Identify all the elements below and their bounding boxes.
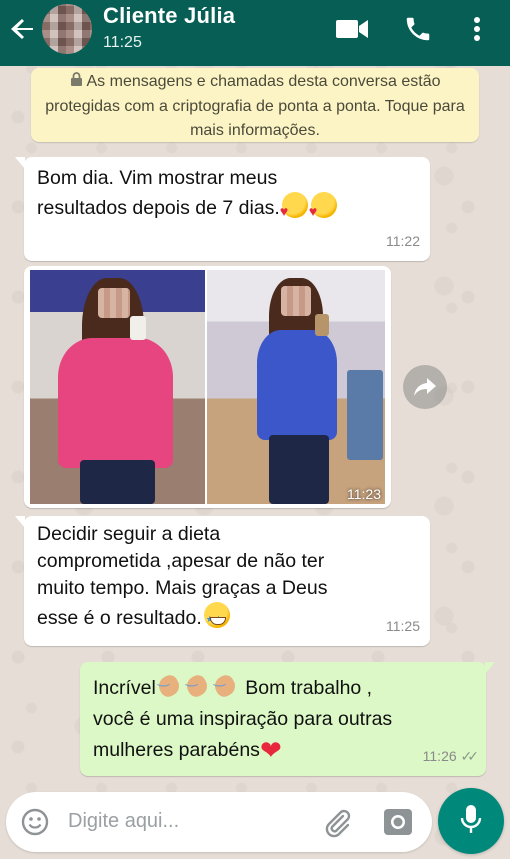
message-text-line: mulheres parabéns [93, 739, 260, 761]
phone-icon[interactable] [403, 14, 433, 49]
message-text-line: esse é o resultado. [37, 607, 202, 629]
encryption-notice-text: As mensagens e chamadas desta conversa e… [45, 73, 465, 139]
message-text: esse é o resultado. [37, 602, 418, 633]
arrow-left-icon[interactable] [8, 14, 38, 44]
message-input[interactable]: Digite aqui... [68, 810, 179, 833]
microphone-icon [460, 804, 482, 839]
message-time-value: 11:26 [422, 748, 457, 764]
kissing-face-emoji-icon [280, 192, 308, 225]
message-bubble-outgoing[interactable]: Incrível Bom trabalho , você é uma inspi… [80, 662, 495, 776]
emoji-smile-icon[interactable] [20, 807, 50, 842]
clapping-hands-emoji-icon [184, 663, 212, 698]
double-check-icon: ✓✓ [460, 748, 480, 764]
message-text-line: Bom trabalho , [239, 677, 373, 699]
photo-after[interactable] [207, 270, 385, 504]
message-time: 11:26 ✓✓ [422, 743, 480, 770]
video-camera-icon[interactable] [335, 16, 369, 47]
photo-message-bubble[interactable]: 11:23 [24, 266, 391, 508]
star-struck-emoji-icon [203, 602, 230, 633]
clapping-hands-emoji-icon [156, 663, 184, 698]
avatar[interactable] [42, 4, 92, 54]
message-text: comprometida ,apesar de não ter [37, 550, 325, 572]
more-vertical-icon[interactable] [470, 14, 484, 49]
photo-before[interactable] [30, 270, 205, 504]
message-time: 11:25 [386, 618, 420, 634]
message-text: Bom dia. Vim mostrar meus [37, 167, 278, 189]
message-time: 11:23 [347, 486, 381, 502]
contact-status[interactable]: 11:25 [103, 34, 142, 52]
message-text: mulheres parabéns❤ [93, 735, 474, 766]
message-time: 11:22 [386, 233, 420, 249]
message-text: resultados depois de 7 dias. [37, 192, 418, 225]
lock-icon [70, 71, 83, 95]
forward-icon[interactable] [403, 365, 447, 409]
contact-name[interactable]: Cliente Júlia [103, 3, 235, 29]
message-text: Decidir seguir a dieta [37, 523, 221, 545]
camera-icon[interactable] [383, 808, 413, 841]
message-text: você é uma inspiração para outras [93, 708, 393, 730]
paperclip-icon[interactable] [321, 807, 353, 844]
clapping-hands-emoji-icon [212, 663, 240, 698]
message-text: Incrível Bom trabalho , [93, 663, 474, 704]
message-bubble-incoming[interactable]: Bom dia. Vim mostrar meus resultados dep… [15, 157, 430, 261]
encryption-notice[interactable]: As mensagens e chamadas desta conversa e… [31, 68, 479, 142]
message-text: muito tempo. Mais graças a Deus [37, 577, 328, 599]
kissing-face-emoji-icon [309, 192, 337, 225]
microphone-button[interactable] [438, 788, 504, 854]
message-composer[interactable]: Digite aqui... [6, 792, 432, 852]
message-bubble-incoming[interactable]: Decidir seguir a dieta comprometida ,ape… [15, 516, 430, 646]
red-heart-emoji-icon: ❤ [259, 735, 282, 765]
chat-header: Cliente Júlia 11:25 [0, 0, 510, 66]
message-text-line: resultados depois de 7 dias. [37, 197, 280, 219]
message-text-line: Incrível [93, 677, 156, 699]
